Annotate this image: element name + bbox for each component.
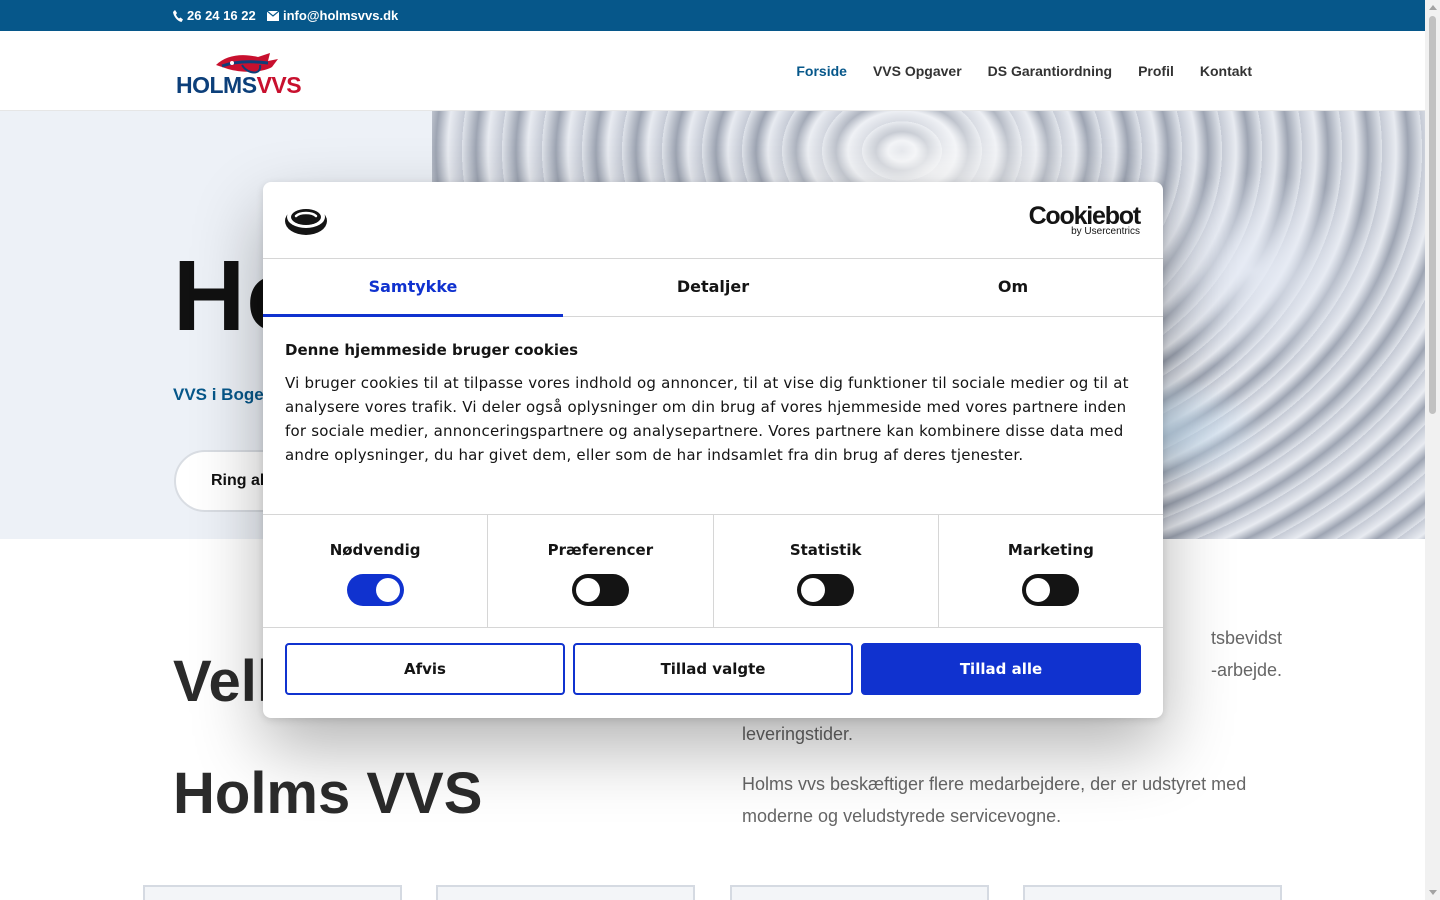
cookie-tabs: Samtykke Detaljer Om [263,259,1163,317]
page-scrollbar[interactable] [1425,0,1440,900]
cookie-consent-dialog: Cookiebot by Usercentrics Samtykke Detal… [263,182,1163,718]
scroll-up-arrow-icon[interactable] [1429,5,1437,10]
allow-selected-button[interactable]: Tillad valgte [573,643,853,695]
scrollbar-thumb[interactable] [1429,16,1436,414]
toggle-statistik[interactable] [797,574,855,606]
cookie-body-text: Vi bruger cookies til at tilpasse vores … [285,374,1129,464]
cookie-heading: Denne hjemmeside bruger cookies [285,341,579,359]
toggle-label-statistik: Statistik [789,541,862,559]
reject-button[interactable]: Afvis [285,643,565,695]
toggle-group-nodvendig: Nødvendig [263,515,489,627]
cookie-dialog-header: Cookiebot by Usercentrics [263,182,1163,259]
cookie-category-toggles: Nødvendig Præferencer Statistik Marketin… [263,514,1163,628]
toggle-marketing[interactable] [1022,574,1080,606]
tab-om[interactable]: Om [863,259,1163,316]
toggle-label-praeferencer: Præferencer [547,541,654,559]
toggle-group-statistik: Statistik [714,515,939,627]
toggle-group-marketing: Marketing [939,515,1163,627]
allow-all-button[interactable]: Tillad alle [861,643,1141,695]
scroll-down-arrow-icon[interactable] [1429,890,1437,895]
cookie-logo-icon [285,206,327,235]
toggle-label-nodvendig: Nødvendig [329,541,421,559]
cookie-description: Denne hjemmeside bruger cookies Vi bruge… [285,341,1145,467]
cookie-actions: Afvis Tillad valgte Tillad alle [285,643,1141,695]
tab-samtykke[interactable]: Samtykke [263,259,563,317]
toggle-label-marketing: Marketing [1007,541,1094,559]
toggle-nodvendig[interactable] [346,574,404,606]
toggle-group-praeferencer: Præferencer [488,515,714,627]
toggle-praeferencer[interactable] [571,574,629,606]
cookiebot-brand[interactable]: Cookiebot by Usercentrics [1029,203,1142,237]
tab-detaljer[interactable]: Detaljer [563,259,863,316]
